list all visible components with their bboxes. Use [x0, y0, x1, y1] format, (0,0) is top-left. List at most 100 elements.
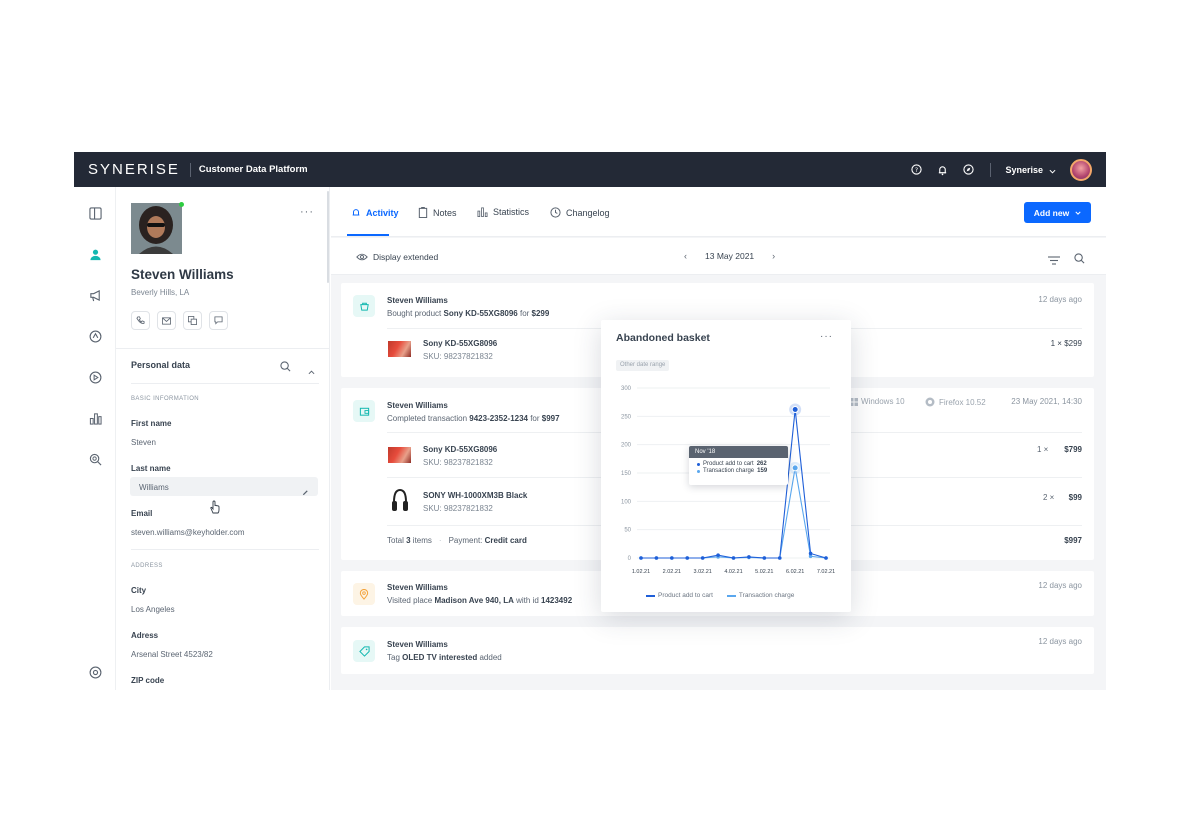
- product-name[interactable]: Sony KD-55XG8096: [423, 445, 497, 454]
- event-time: 23 May 2021, 14:30: [1011, 397, 1082, 406]
- profiles-icon[interactable]: [88, 247, 102, 261]
- mail-icon[interactable]: [157, 311, 176, 330]
- email-label: Email: [131, 509, 153, 518]
- compass-icon[interactable]: [962, 164, 974, 176]
- tab-statistics-label: Statistics: [493, 207, 530, 217]
- bell-icon[interactable]: [936, 164, 948, 176]
- product-thumbnail: [388, 341, 411, 357]
- settings-icon[interactable]: [88, 665, 102, 679]
- product-sku: SKU: 98237821832: [423, 352, 493, 361]
- chevron-up-icon[interactable]: [308, 362, 315, 380]
- product-qty: 1 ×: [1037, 445, 1049, 454]
- chart-legend: Product add to cart Transaction charge: [646, 592, 808, 599]
- tooltip-title: Nov '18: [689, 446, 788, 458]
- tooltip-label: Product add to cart: [703, 461, 754, 467]
- data-point: [685, 556, 690, 560]
- legend-item[interactable]: Transaction charge: [726, 592, 795, 599]
- os-info: Windows 10: [850, 397, 905, 406]
- headphones-thumbnail: [391, 488, 409, 519]
- current-date[interactable]: 13 May 2021: [705, 251, 754, 261]
- divider: [131, 549, 319, 550]
- add-new-button[interactable]: Add new: [1024, 202, 1091, 223]
- event-time: 12 days ago: [1038, 581, 1082, 590]
- data-point: [670, 556, 674, 560]
- search-icon[interactable]: [280, 359, 291, 377]
- basket-icon: [353, 295, 375, 317]
- tab-statistics[interactable]: Statistics: [477, 207, 529, 217]
- x-tick-label: 2.02.21: [663, 569, 681, 575]
- legend-item[interactable]: Product add to cart: [646, 592, 713, 599]
- more-options-icon[interactable]: ···: [300, 206, 314, 218]
- data-point: [654, 556, 659, 560]
- transaction-summary: Total 3 items · Payment: Credit card: [387, 536, 527, 545]
- tab-bar: Activity Notes Statistics Changelog Add …: [331, 187, 1106, 237]
- address-label: Adress: [131, 631, 159, 640]
- search-icon[interactable]: [1074, 251, 1085, 269]
- city-label: City: [131, 586, 147, 595]
- x-tick-label: 1.02.21: [632, 569, 650, 575]
- email-value[interactable]: steven.williams@keyholder.com: [131, 528, 245, 537]
- transaction-total: $997: [1064, 536, 1082, 545]
- tab-changelog[interactable]: Changelog: [550, 207, 610, 218]
- last-name-value[interactable]: Williams: [139, 483, 169, 492]
- tooltip-row: Product add to cart 262: [689, 461, 788, 467]
- tab-notes-label: Notes: [433, 207, 457, 218]
- product-name[interactable]: SONY WH-1000XM3B Black: [423, 491, 527, 500]
- data-point: [824, 556, 828, 560]
- org-selector[interactable]: Synerise: [1005, 165, 1043, 175]
- phone-icon[interactable]: [131, 311, 150, 330]
- zip-label: ZIP code: [131, 676, 165, 685]
- dashboard-icon[interactable]: [88, 206, 102, 220]
- edit-icon[interactable]: [302, 483, 309, 501]
- abandoned-basket-popup: Abandoned basket ··· Other date range 05…: [601, 320, 851, 612]
- chevron-right-icon[interactable]: ›: [772, 251, 775, 261]
- data-point: [762, 556, 767, 560]
- analytics-icon[interactable]: [88, 411, 102, 425]
- scrollbar[interactable]: [327, 191, 329, 283]
- data-point: [700, 556, 705, 560]
- event-description: Completed transaction 9423-2352-1234 for…: [387, 414, 560, 423]
- tab-notes[interactable]: Notes: [418, 207, 457, 218]
- search-analytics-icon[interactable]: [88, 452, 102, 466]
- first-name-label: First name: [131, 419, 172, 428]
- chevron-left-icon[interactable]: ‹: [684, 251, 687, 261]
- copy-icon[interactable]: [183, 311, 202, 330]
- chevron-down-icon[interactable]: [1049, 161, 1056, 179]
- browser-info: Firefox 10.52: [925, 397, 986, 407]
- display-extended-toggle[interactable]: Display extended: [356, 252, 438, 262]
- event-description: Tag OLED TV interested added: [387, 653, 502, 662]
- product-thumbnail: [388, 447, 411, 463]
- tooltip-value: 262: [756, 461, 767, 467]
- x-tick-label: 7.02.21: [817, 569, 835, 575]
- user-avatar[interactable]: [1070, 158, 1092, 181]
- ai-icon[interactable]: [88, 329, 102, 343]
- y-tick-label: 250: [621, 414, 632, 420]
- browser-label: Firefox 10.52: [939, 397, 986, 407]
- x-tick-label: 5.02.21: [755, 569, 773, 575]
- event-card[interactable]: Steven Williams Tag OLED TV interested a…: [341, 627, 1094, 674]
- event-user: Steven Williams: [387, 640, 448, 649]
- chat-icon[interactable]: [209, 311, 228, 330]
- windows-icon: [850, 397, 858, 406]
- divider: [189, 162, 191, 177]
- y-tick-label: 150: [621, 471, 632, 477]
- display-extended-label: Display extended: [373, 252, 439, 262]
- firefox-icon: [925, 397, 935, 407]
- address-value[interactable]: Arsenal Street 4523/82: [131, 650, 213, 659]
- data-point: [639, 556, 643, 560]
- svg-text:?: ?: [915, 166, 918, 174]
- basic-info-header: BASIC INFORMATION: [131, 396, 200, 402]
- product-name[interactable]: Sony KD-55XG8096: [423, 339, 497, 348]
- automation-icon[interactable]: [88, 370, 102, 384]
- first-name-value[interactable]: Steven: [131, 438, 156, 447]
- eye-icon: [356, 253, 368, 261]
- filter-icon[interactable]: [1048, 252, 1060, 270]
- campaigns-icon[interactable]: [88, 288, 102, 302]
- chart-tooltip: Nov '18 Product add to cart 262 Transact…: [689, 446, 788, 485]
- tab-activity[interactable]: Activity: [351, 207, 399, 218]
- legend-label: Transaction charge: [738, 592, 795, 599]
- profile-panel: ··· Steven Williams Beverly Hills, LA Pe…: [116, 187, 330, 690]
- help-icon[interactable]: ?: [910, 164, 922, 176]
- city-value[interactable]: Los Angeles: [131, 605, 175, 614]
- synerise-logo[interactable]: SYNERISE: [88, 161, 180, 178]
